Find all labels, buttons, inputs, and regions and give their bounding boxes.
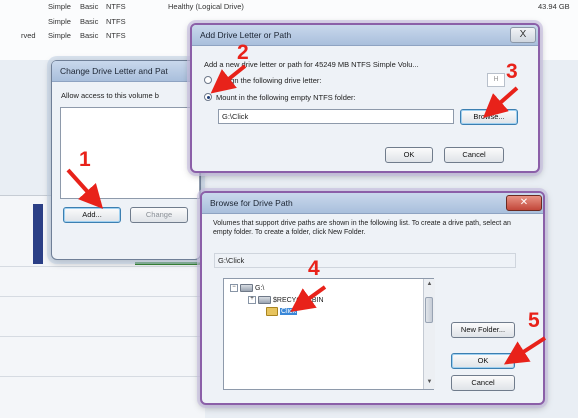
- arrow-5: [503, 336, 547, 365]
- step-number-3: 3: [506, 60, 518, 83]
- step-number-4: 4: [308, 257, 320, 280]
- step-number-5: 5: [528, 309, 540, 332]
- arrow-3: [482, 86, 519, 118]
- annotation-arrows: [66, 64, 547, 365]
- step-number-1: 1: [79, 148, 91, 171]
- step-number-2: 2: [237, 41, 249, 64]
- arrow-4: [290, 285, 327, 313]
- arrow-2: [210, 64, 247, 94]
- arrow-1: [66, 168, 104, 209]
